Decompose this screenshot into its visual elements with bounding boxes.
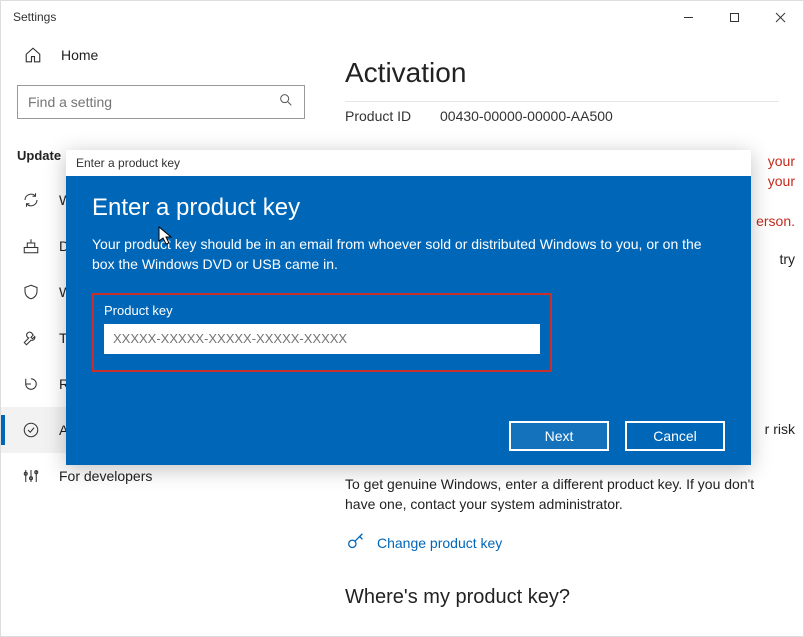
sidebar-section-label: Update bbox=[17, 148, 61, 163]
cancel-button[interactable]: Cancel bbox=[625, 421, 725, 451]
sidebar-home-label: Home bbox=[61, 47, 98, 63]
cancel-button-label: Cancel bbox=[653, 428, 697, 444]
page-title: Activation bbox=[345, 57, 779, 89]
next-button[interactable]: Next bbox=[509, 421, 609, 451]
sliders-icon bbox=[21, 466, 41, 486]
genuine-text: To get genuine Windows, enter a differen… bbox=[345, 474, 779, 515]
close-button[interactable] bbox=[757, 1, 803, 33]
shield-icon bbox=[21, 282, 41, 302]
product-key-dialog: Enter a product key Enter a product key … bbox=[66, 150, 751, 465]
recovery-icon bbox=[21, 374, 41, 394]
home-icon bbox=[23, 45, 43, 65]
window-title: Settings bbox=[13, 10, 56, 24]
window-controls bbox=[665, 1, 803, 33]
change-key-link[interactable]: Change product key bbox=[345, 531, 779, 556]
product-id-value: 00430-00000-00000-AA500 bbox=[440, 108, 613, 124]
search-input[interactable] bbox=[28, 94, 278, 110]
dialog-buttons: Next Cancel bbox=[509, 421, 725, 451]
search-icon bbox=[278, 92, 294, 113]
dialog-description: Your product key should be in an email f… bbox=[92, 234, 712, 275]
change-key-label: Change product key bbox=[377, 535, 502, 551]
peek-text: your bbox=[768, 153, 795, 169]
peek-text: r risk bbox=[765, 421, 795, 437]
key-icon bbox=[345, 531, 367, 556]
search-input-wrap[interactable] bbox=[17, 85, 305, 119]
maximize-button[interactable] bbox=[711, 1, 757, 33]
product-key-input[interactable] bbox=[104, 324, 540, 354]
wrench-icon bbox=[21, 328, 41, 348]
sync-icon bbox=[21, 190, 41, 210]
product-id-label: Product ID bbox=[345, 108, 440, 124]
settings-window: Settings Home U bbox=[0, 0, 804, 637]
peek-text: try bbox=[779, 251, 795, 267]
sidebar-home[interactable]: Home bbox=[1, 33, 321, 77]
search-container bbox=[1, 77, 321, 133]
minimize-button[interactable] bbox=[665, 1, 711, 33]
product-key-label: Product key bbox=[104, 303, 540, 318]
dialog-body: Enter a product key Your product key sho… bbox=[66, 176, 751, 465]
delivery-icon bbox=[21, 236, 41, 256]
peek-text: your bbox=[768, 173, 795, 189]
dialog-titlebar: Enter a product key bbox=[66, 150, 751, 176]
next-button-label: Next bbox=[545, 428, 574, 444]
sidebar-item-label: For developers bbox=[59, 468, 152, 484]
dialog-frame-title: Enter a product key bbox=[76, 156, 180, 170]
check-circle-icon bbox=[21, 420, 41, 440]
product-id-row: Product ID 00430-00000-00000-AA500 bbox=[345, 108, 779, 124]
dialog-heading: Enter a product key bbox=[92, 194, 725, 222]
sub-heading: Where's my product key? bbox=[345, 586, 779, 609]
product-key-field-box: Product key bbox=[92, 293, 552, 372]
peek-text: erson. bbox=[756, 213, 795, 229]
